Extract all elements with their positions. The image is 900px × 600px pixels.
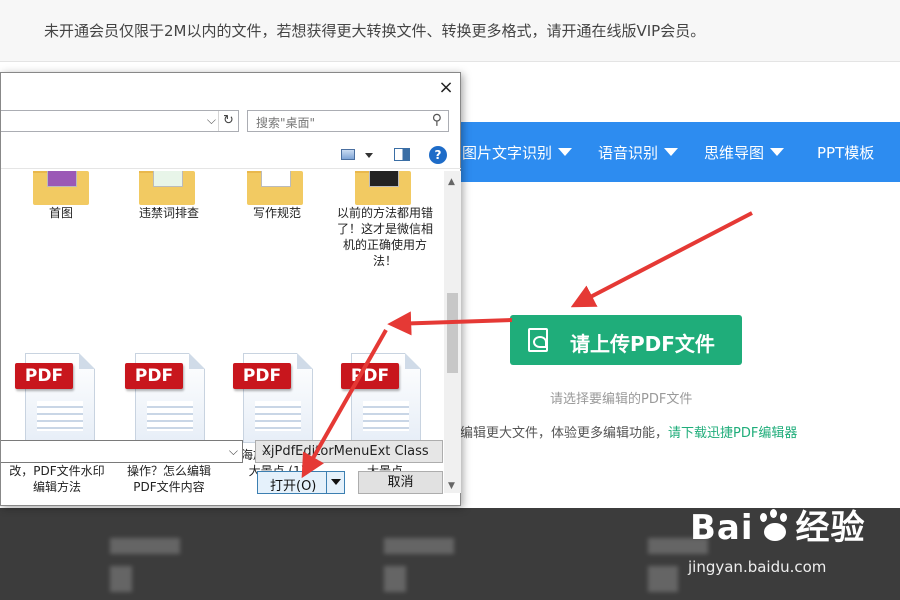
file-type-select[interactable]: XjPdfEditorMenuExt Class ⌵: [255, 440, 443, 463]
folder-preview: [369, 171, 399, 187]
file-name: 违禁词排查: [138, 206, 199, 220]
pdf-lines: [147, 401, 193, 431]
pdf-badge: PDF: [233, 363, 291, 389]
watermark-brand-left: Bai: [690, 508, 754, 548]
pdf-file-icon: PDF: [233, 353, 313, 443]
scroll-up-icon[interactable]: ▲: [448, 177, 455, 187]
file-name-field[interactable]: ⌵: [1, 440, 243, 463]
nav-item-voice[interactable]: 语音识别: [598, 142, 679, 163]
folder-icon: [247, 171, 303, 205]
nav-item-mindmap[interactable]: 思维导图: [704, 142, 785, 163]
dialog-toolbar: [1, 139, 461, 169]
blurred-text: [384, 538, 454, 554]
pdf-badge: PDF: [341, 363, 399, 389]
folder-preview: [47, 171, 77, 187]
file-name: 首图: [48, 206, 73, 220]
nav-item-ppt[interactable]: PPT模板: [817, 142, 874, 163]
help-icon[interactable]: ?: [429, 146, 447, 164]
watermark-brand-right: 经验: [795, 508, 866, 548]
pdf-lines: [255, 401, 301, 431]
address-bar[interactable]: ⌵ ↻: [1, 110, 239, 132]
open-button-label: 打开(O): [270, 479, 317, 494]
scroll-down-icon[interactable]: ▼: [448, 481, 455, 491]
notice-text: 未开通会员仅限于2M以内的文件，若想获得更大转换文件、转换更多格式，请开通在线版…: [44, 22, 706, 40]
pdf-lines: [363, 401, 409, 431]
chevron-down-icon[interactable]: [365, 153, 373, 158]
file-name: 以前的方法都用错了！这才是微信相机的正确使用方法！: [336, 206, 433, 268]
pdf-badge: PDF: [125, 363, 183, 389]
chevron-down-icon: [558, 148, 573, 156]
nav-item-ocr[interactable]: 图片文字识别: [462, 142, 573, 163]
open-button[interactable]: 打开(O): [257, 471, 345, 494]
chevron-down-icon[interactable]: ⌵: [229, 444, 238, 459]
folder-icon: [139, 171, 195, 205]
folder-preview: [153, 171, 183, 187]
blurred-text: [110, 538, 180, 554]
upload-pdf-button[interactable]: 请上传PDF文件: [510, 315, 742, 365]
upload-hint: 请选择要编辑的PDF文件: [550, 392, 693, 407]
folder-preview: [261, 171, 291, 187]
split-divider: [326, 472, 327, 493]
nav-item-label: 图片文字识别: [462, 144, 553, 162]
folder-icon: [33, 171, 89, 205]
file-name: 写作规范: [252, 206, 301, 220]
pdf-file-icon: PDF: [125, 353, 205, 443]
chevron-down-icon[interactable]: [331, 479, 341, 485]
pdf-badge: PDF: [15, 363, 73, 389]
paw-logo-icon: [756, 509, 794, 543]
baidu-jingyan-watermark: Bai 经验 jingyan.baidu.com: [688, 500, 866, 576]
nav-item-label: PPT模板: [817, 144, 875, 162]
promo-line: 编辑更大文件，体验更多编辑功能，请下载迅捷PDF编辑器: [460, 422, 797, 441]
blurred-text: [648, 566, 678, 592]
nav-item-label: 思维导图: [704, 144, 765, 162]
arrow-to-upload: [570, 211, 753, 308]
search-placeholder: 搜索"桌面": [256, 116, 316, 130]
chevron-down-icon: ⌵: [262, 444, 272, 458]
file-open-dialog: × ⌵ ↻ 搜索"桌面" ⚲ ? 首图 违禁词排查 写作规范 以前的方法都用错了…: [0, 72, 461, 506]
pdf-lines: [37, 401, 83, 431]
vertical-scrollbar[interactable]: ▲ ▼: [444, 171, 461, 493]
pdf-file-icon: PDF: [15, 353, 95, 443]
blurred-text: [384, 566, 406, 592]
search-icon: ⚲: [431, 112, 442, 128]
download-editor-link[interactable]: 请下载迅捷PDF编辑器: [668, 426, 797, 441]
pdf-file-icon: PDF: [341, 353, 421, 443]
scrollbar-thumb[interactable]: [447, 293, 458, 373]
view-mode-icon[interactable]: [341, 149, 355, 160]
close-icon[interactable]: ×: [437, 79, 455, 97]
chevron-down-icon: [664, 148, 679, 156]
search-input[interactable]: 搜索"桌面" ⚲: [247, 110, 449, 132]
preview-pane-icon[interactable]: [394, 148, 410, 161]
promo-text: 编辑更大文件，体验更多编辑功能，: [460, 426, 669, 441]
nav-item-label: 语音识别: [598, 144, 659, 162]
pdf-file-icon: [528, 328, 548, 352]
folder-icon: [355, 171, 411, 205]
cancel-button[interactable]: 取消: [358, 471, 443, 494]
upload-button-label: 请上传PDF文件: [570, 332, 715, 356]
watermark-url: jingyan.baidu.com: [688, 558, 827, 576]
chevron-down-icon[interactable]: ⌵: [207, 113, 216, 128]
chevron-down-icon: [770, 148, 785, 156]
blurred-text: [110, 566, 132, 592]
refresh-icon[interactable]: ↻: [218, 111, 238, 131]
notice-bar: 未开通会员仅限于2M以内的文件，若想获得更大转换文件、转换更多格式，请开通在线版…: [0, 0, 900, 62]
